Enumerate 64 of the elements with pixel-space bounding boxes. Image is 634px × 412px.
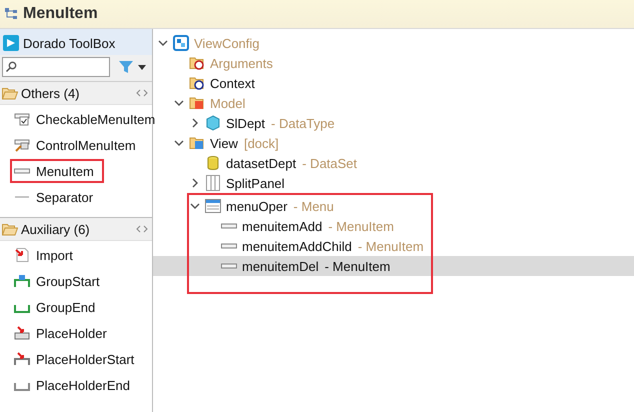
node-icon (189, 135, 205, 151)
toolbox-item[interactable]: Separator (10, 185, 98, 209)
node-name: View (210, 136, 238, 150)
collapse-icon[interactable] (136, 225, 148, 233)
dropdown-icon[interactable] (138, 64, 146, 70)
node-type: - DataSet (302, 156, 358, 170)
search-field[interactable] (2, 57, 110, 77)
node-type: [dock] (244, 136, 279, 150)
toolbox-icon (3, 35, 19, 51)
node-name: SplitPanel (226, 176, 285, 190)
node-icon (205, 115, 221, 131)
toolbox-item[interactable]: MenuItem (10, 159, 104, 183)
node-type: - DataType (271, 116, 335, 130)
node-name: menuOper (226, 198, 288, 214)
node-name: Context (210, 76, 255, 90)
node-type: - MenuItem (328, 218, 394, 234)
tree-node[interactable]: View [dock] (153, 133, 634, 153)
toolbox-item[interactable]: PlaceHolder (10, 321, 111, 345)
node-icon (205, 198, 221, 214)
node-icon (189, 55, 205, 71)
item-icon (14, 274, 30, 288)
node-name: Model (210, 96, 246, 110)
node-name: Arguments (210, 56, 273, 70)
tree-node[interactable]: menuitemDel - MenuItem (153, 256, 634, 276)
tree-node[interactable]: SplitPanel (153, 173, 634, 193)
item-icon (14, 248, 30, 262)
tree-node[interactable]: menuitemAdd - MenuItem (153, 216, 634, 236)
node-icon (189, 75, 205, 91)
toolbox-title: Dorado ToolBox (23, 36, 116, 50)
toolbox-item[interactable]: GroupEnd (10, 295, 100, 319)
toolbox-item[interactable]: GroupStart (10, 269, 104, 293)
node-type: - MenuItem (324, 258, 390, 274)
node-name: ViewConfig (194, 36, 260, 50)
node-type: - Menu (293, 198, 334, 214)
item-icon (14, 112, 30, 126)
tree-node[interactable]: menuOper - Menu (153, 196, 634, 216)
toolbox-item[interactable]: PlaceHolderStart (10, 347, 138, 371)
node-name: menuitemAdd (242, 218, 322, 234)
node-icon (173, 35, 189, 51)
folder-icon (2, 222, 18, 236)
group-header[interactable]: Others (4) (0, 82, 152, 105)
node-type: - MenuItem (358, 238, 424, 254)
node-name: SlDept (226, 116, 266, 130)
item-icon (14, 352, 30, 366)
collapse-icon[interactable] (136, 89, 148, 97)
tree-node[interactable]: datasetDept - DataSet (153, 153, 634, 173)
toolbox-item[interactable]: PlaceHolderEnd (10, 373, 134, 397)
node-name: datasetDept (226, 156, 296, 170)
toolbox-item[interactable]: Import (10, 243, 77, 267)
item-icon (14, 326, 30, 340)
editor-title: MenuItem (23, 5, 98, 23)
toolbox-item[interactable]: ControlMenuItem (10, 133, 140, 157)
item-icon (14, 138, 30, 152)
node-name: menuitemAddChild (242, 238, 352, 254)
node-icon (205, 175, 221, 191)
folder-icon (2, 86, 18, 100)
node-icon (189, 95, 205, 111)
tree-node[interactable]: Context (153, 73, 634, 93)
component-icon (4, 7, 18, 21)
node-icon (205, 155, 221, 171)
node-name: menuitemDel (242, 258, 319, 274)
search-icon (5, 61, 17, 73)
group-header[interactable]: Auxiliary (6) (0, 218, 152, 241)
tree-node[interactable]: menuitemAddChild - MenuItem (153, 236, 634, 256)
